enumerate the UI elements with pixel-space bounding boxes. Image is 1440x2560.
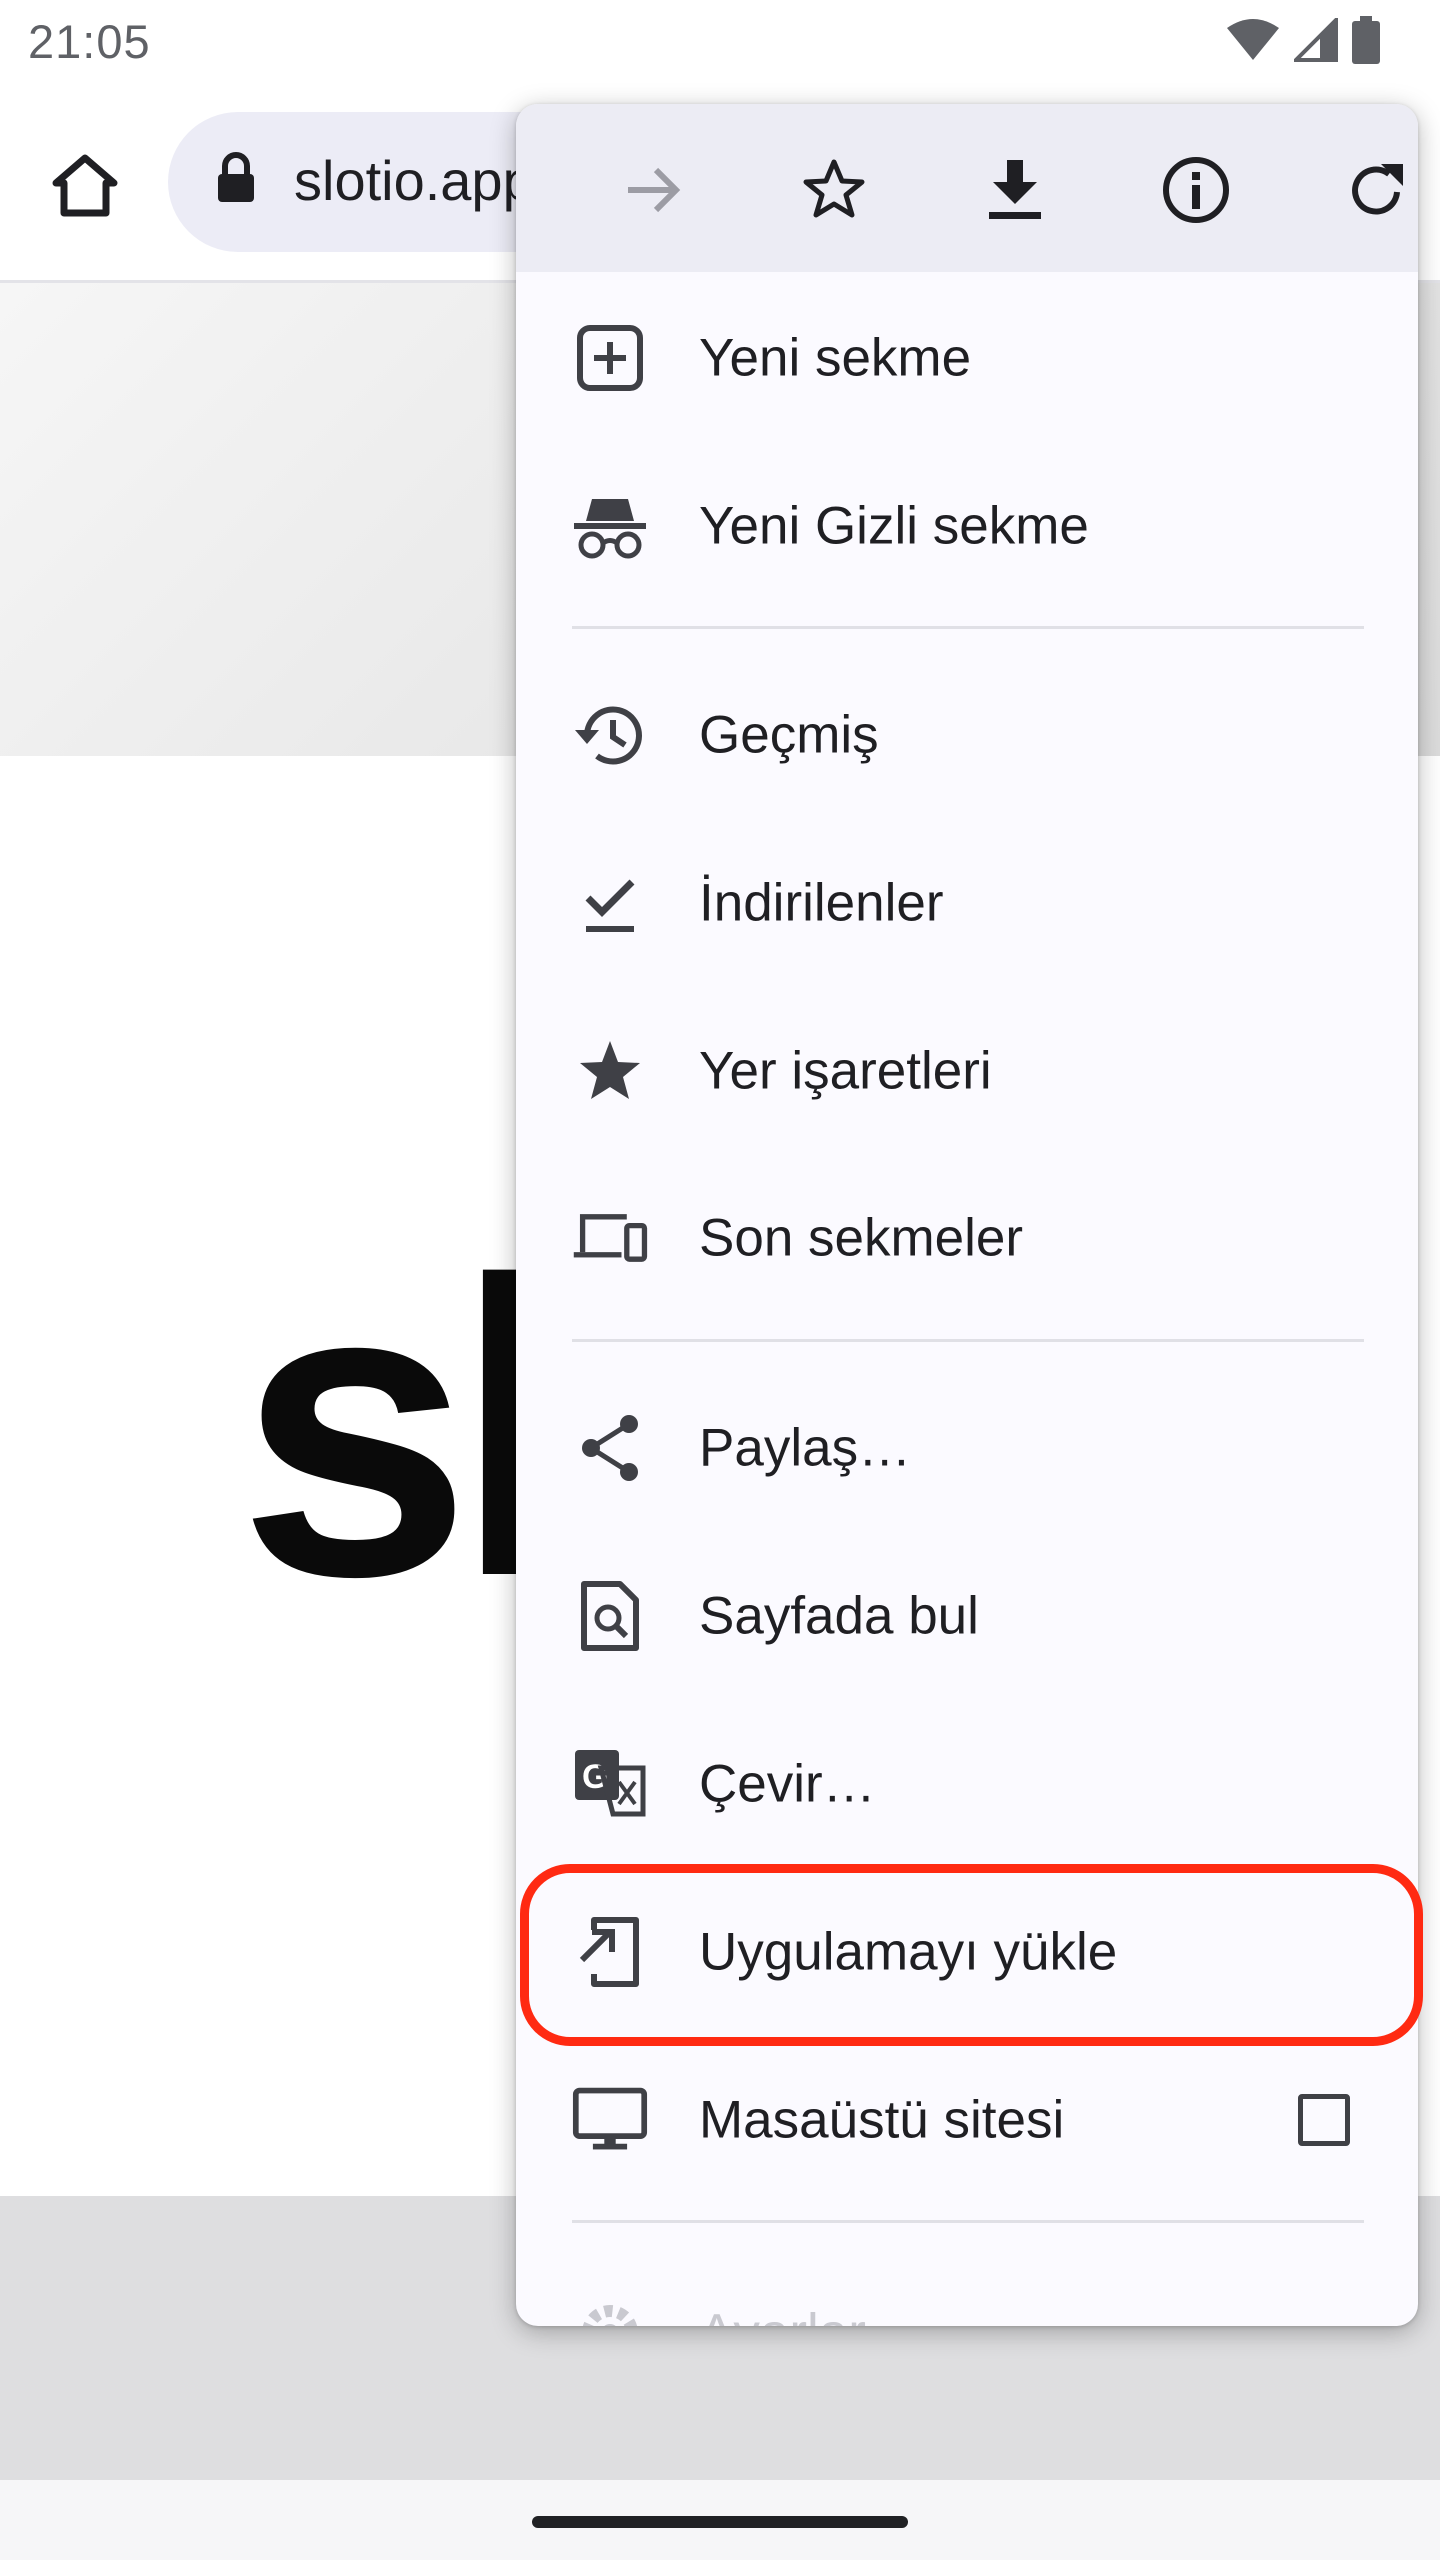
incognito-icon [572,488,648,564]
history-icon [572,697,648,773]
menu-item-settings[interactable]: Ayarlar [516,2249,1418,2326]
browser-overflow-menu: Yeni sekme Yeni Gizli sekme Geçmiş İndir… [516,104,1418,2326]
forward-button[interactable] [606,142,702,238]
new-tab-icon [572,320,648,396]
menu-item-label: Son sekmeler [699,1208,1024,1268]
find-in-page-icon [572,1578,648,1654]
download-icon [985,158,1045,222]
home-button[interactable] [38,138,132,232]
home-icon [50,153,120,217]
desktop-site-checkbox[interactable] [1298,2094,1350,2146]
desktop-icon [572,2082,648,2158]
url-text: slotio.app [294,149,534,212]
install-app-icon [572,1914,648,1990]
info-icon [1161,155,1231,225]
menu-divider [572,1339,1364,1342]
share-icon [572,1410,648,1486]
translate-icon: G [572,1746,648,1822]
menu-item-label: Uygulamayı yükle [699,1922,1118,1982]
menu-item-label: Çevir… [699,1754,876,1814]
menu-item-label: Yeni sekme [699,328,972,388]
signal-icon [1294,18,1338,62]
menu-item-label: Masaüstü sitesi [699,2090,1065,2150]
menu-item-recent-tabs[interactable]: Son sekmeler [516,1154,1418,1322]
menu-item-downloads[interactable]: İndirilenler [516,819,1418,987]
star-outline-icon [800,156,868,224]
refresh-icon [1345,158,1409,222]
page-info-button[interactable] [1148,142,1244,238]
menu-item-history[interactable]: Geçmiş [516,651,1418,819]
menu-item-new-tab[interactable]: Yeni sekme [516,274,1418,442]
menu-item-install-app[interactable]: Uygulamayı yükle [516,1868,1418,2036]
bookmark-star-icon [572,1033,648,1109]
forward-icon [622,158,686,222]
menu-item-share[interactable]: Paylaş… [516,1364,1418,1532]
menu-item-bookmarks[interactable]: Yer işaretleri [516,987,1418,1155]
menu-divider [572,626,1364,629]
status-icons [1226,16,1380,64]
settings-icon [572,2295,648,2326]
downloads-check-icon [572,865,648,941]
devices-icon [572,1200,648,1276]
menu-action-row [516,104,1418,272]
menu-item-desktop-site[interactable]: Masaüstü sitesi [516,2036,1418,2204]
lock-icon [216,152,256,204]
menu-item-label: Paylaş… [699,1418,912,1478]
download-page-button[interactable] [967,142,1063,238]
menu-item-label: Geçmiş [699,705,879,765]
bookmark-page-button[interactable] [786,142,882,238]
battery-icon [1352,16,1380,64]
menu-item-new-incognito-tab[interactable]: Yeni Gizli sekme [516,442,1418,610]
navigation-bar [0,2480,1440,2560]
wifi-icon [1226,18,1280,62]
menu-item-label: Yeni Gizli sekme [699,496,1089,556]
menu-item-find-in-page[interactable]: Sayfada bul [516,1532,1418,1700]
reload-button[interactable] [1329,142,1418,238]
menu-item-label: Yer işaretleri [699,1041,992,1101]
menu-item-label: İndirilenler [699,873,944,933]
menu-divider [572,2220,1364,2223]
menu-item-label: Sayfada bul [699,1586,979,1646]
menu-item-translate[interactable]: G Çevir… [516,1700,1418,1868]
home-gesture-handle[interactable] [532,2516,908,2528]
status-time: 21:05 [28,15,151,68]
status-bar: 21:05 [0,0,1440,90]
menu-item-label: Ayarlar [699,2303,866,2327]
page-logo: sl [238,1195,570,1664]
